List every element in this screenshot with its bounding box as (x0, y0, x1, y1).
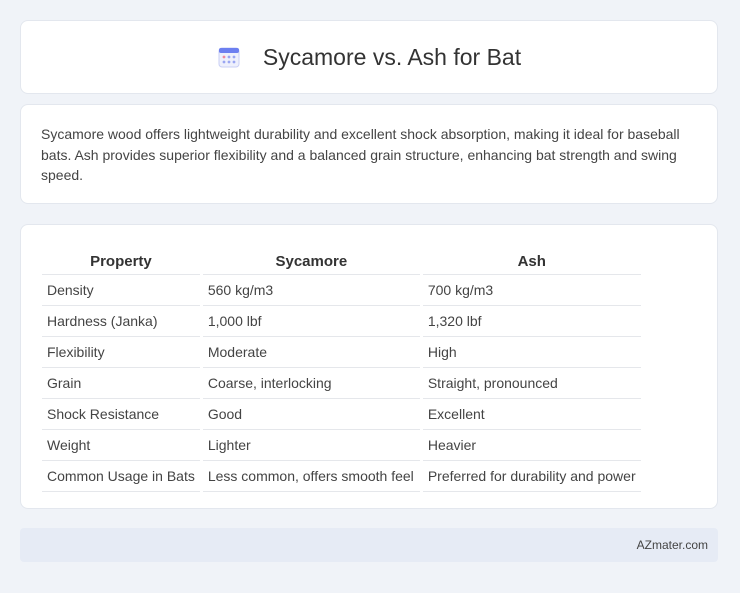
table-cell: High (422, 337, 641, 368)
title-card: Sycamore vs. Ash for Bat (20, 20, 718, 94)
comparison-table: Property Sycamore Ash Density 560 kg/m3 … (39, 245, 644, 492)
intro-text: Sycamore wood offers lightweight durabil… (41, 126, 680, 183)
page-title: Sycamore vs. Ash for Bat (262, 43, 522, 70)
table-cell: Common Usage in Bats (42, 461, 200, 492)
table-row: Common Usage in Bats Less common, offers… (42, 461, 641, 492)
table-header-row: Property Sycamore Ash (42, 245, 641, 275)
table-cell: Moderate (202, 337, 420, 368)
table-cell: Flexibility (42, 337, 200, 368)
table-cell: Density (42, 275, 200, 306)
column-header-sycamore: Sycamore (202, 245, 420, 275)
table-cell: Coarse, interlocking (202, 368, 420, 399)
table-row: Weight Lighter Heavier (42, 430, 641, 461)
calendar-icon (217, 45, 241, 69)
footer-bar: AZmater.com (20, 528, 718, 562)
table-cell: Straight, pronounced (422, 368, 641, 399)
table-cell: Excellent (422, 399, 641, 430)
table-cell: Preferred for durability and power (422, 461, 641, 492)
table-row: Hardness (Janka) 1,000 lbf 1,320 lbf (42, 306, 641, 337)
table-cell: 560 kg/m3 (202, 275, 420, 306)
intro-card: Sycamore wood offers lightweight durabil… (20, 104, 718, 204)
table-cell: Less common, offers smooth feel (202, 461, 420, 492)
table-row: Shock Resistance Good Excellent (42, 399, 641, 430)
table-cell: 1,320 lbf (422, 306, 641, 337)
table-cell: Weight (42, 430, 200, 461)
comparison-card: Property Sycamore Ash Density 560 kg/m3 … (20, 224, 718, 509)
table-cell: Lighter (202, 430, 420, 461)
table-row: Density 560 kg/m3 700 kg/m3 (42, 275, 641, 306)
table-row: Flexibility Moderate High (42, 337, 641, 368)
table-cell: Shock Resistance (42, 399, 200, 430)
table-row: Grain Coarse, interlocking Straight, pro… (42, 368, 641, 399)
column-header-property: Property (42, 245, 200, 275)
column-header-ash: Ash (422, 245, 641, 275)
table-cell: Hardness (Janka) (42, 306, 200, 337)
table-cell: 1,000 lbf (202, 306, 420, 337)
table-cell: Heavier (422, 430, 641, 461)
footer-brand[interactable]: AZmater.com (637, 538, 708, 552)
table-cell: Good (202, 399, 420, 430)
table-cell: Grain (42, 368, 200, 399)
table-cell: 700 kg/m3 (422, 275, 641, 306)
